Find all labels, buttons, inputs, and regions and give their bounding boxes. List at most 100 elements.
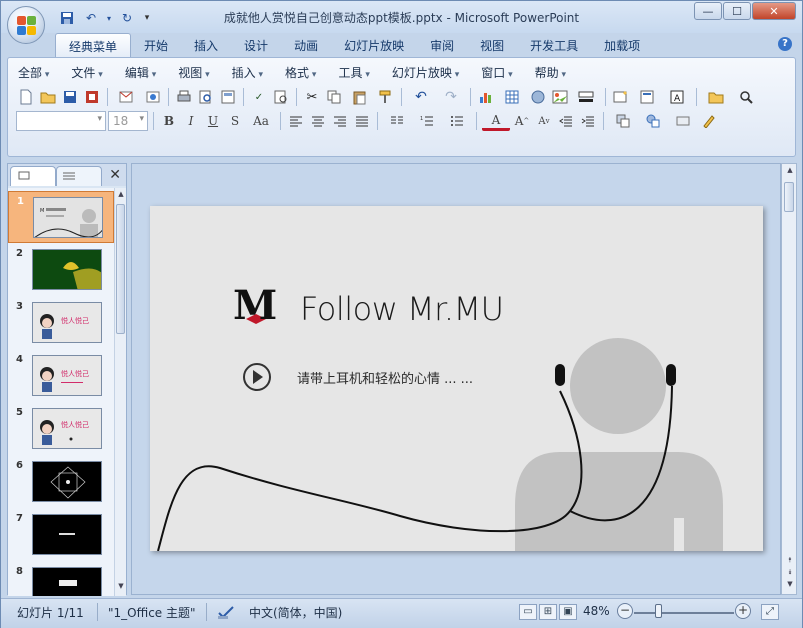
zoom-slider-handle[interactable] — [655, 604, 662, 618]
justify-icon[interactable] — [352, 111, 372, 131]
save-icon[interactable] — [60, 87, 80, 107]
scroll-up-icon[interactable]: ▲ — [785, 166, 795, 178]
cut-icon[interactable]: ✂ — [302, 87, 322, 107]
menu-help[interactable]: 帮助 — [535, 64, 566, 82]
close-panel-icon[interactable]: ✕ — [109, 167, 121, 183]
slide-thumbnail-5[interactable]: 5 悦人悦己 — [8, 403, 114, 455]
scroll-down-icon[interactable]: ▼ — [116, 582, 126, 594]
slide-sorter-view-icon[interactable]: ⊞ — [539, 604, 557, 620]
tab-developer[interactable]: 开发工具 — [517, 33, 591, 57]
slide-thumbnail-6[interactable]: 6 — [8, 456, 114, 508]
grow-font-icon[interactable]: A ^ — [512, 111, 532, 131]
decrease-indent-icon[interactable] — [556, 111, 576, 131]
slide-thumbnail-4[interactable]: 4 悦人悦己 — [8, 350, 114, 402]
tab-review[interactable]: 审阅 — [417, 33, 467, 57]
office-button[interactable] — [7, 6, 45, 44]
close-button[interactable]: ✕ — [752, 2, 796, 20]
bullets-icon[interactable] — [443, 111, 471, 131]
zoom-level[interactable]: 48% — [583, 604, 610, 618]
align-right-icon[interactable] — [330, 111, 350, 131]
scroll-thumb[interactable] — [116, 204, 125, 334]
menu-tools[interactable]: 工具 — [338, 64, 369, 82]
research-icon[interactable] — [271, 87, 291, 107]
spelling-icon[interactable]: ✓ — [249, 87, 269, 107]
tab-slideshow[interactable]: 幻灯片放映 — [331, 33, 417, 57]
quick-styles-icon[interactable] — [669, 111, 697, 131]
publish-icon[interactable] — [143, 87, 163, 107]
menu-file[interactable]: 文件 — [71, 64, 102, 82]
increase-indent-icon[interactable] — [578, 111, 598, 131]
menu-window[interactable]: 窗口 — [481, 64, 512, 82]
format-painter-icon[interactable] — [376, 87, 396, 107]
bold-icon[interactable]: B — [159, 111, 179, 131]
undo-icon[interactable]: ↶ — [407, 87, 435, 107]
tab-design[interactable]: 设计 — [231, 33, 281, 57]
open-folder-icon[interactable] — [38, 87, 58, 107]
tab-view[interactable]: 视图 — [467, 33, 517, 57]
change-case-icon[interactable]: Aa — [247, 111, 275, 131]
previous-slide-icon[interactable]: ⯭ — [785, 556, 795, 568]
picture-icon[interactable] — [550, 87, 570, 107]
chart-icon[interactable] — [476, 87, 496, 107]
folder-icon[interactable] — [702, 87, 730, 107]
redo-icon[interactable]: ↷ — [437, 87, 465, 107]
numbering-icon[interactable]: 1 — [413, 111, 441, 131]
tab-outline[interactable] — [56, 166, 102, 186]
font-name-dropdown[interactable] — [16, 111, 106, 131]
slideshow-view-icon[interactable]: ▣ — [559, 604, 577, 620]
font-size-dropdown[interactable]: 18 — [108, 111, 148, 131]
email-icon[interactable] — [113, 87, 141, 107]
textbox-icon[interactable]: A — [663, 87, 691, 107]
zoom-in-icon[interactable]: + — [735, 603, 751, 619]
redo-icon[interactable]: ↻ — [117, 9, 137, 27]
editor-scrollbar[interactable]: ▲ ⯭ ⯯ ▼ — [781, 163, 797, 595]
slide-layout-icon[interactable] — [633, 87, 661, 107]
shrink-font-icon[interactable]: Av — [534, 111, 554, 131]
print-icon[interactable] — [174, 87, 194, 107]
italic-icon[interactable]: I — [181, 111, 201, 131]
current-slide[interactable]: M Follow Mr.MU 请带上耳机和轻松的心情 ... ... — [150, 206, 763, 551]
align-left-icon[interactable] — [286, 111, 306, 131]
zoom-out-icon[interactable]: − — [617, 603, 633, 619]
save-icon[interactable] — [57, 9, 77, 27]
menu-edit[interactable]: 编辑 — [125, 64, 156, 82]
minimize-button[interactable]: — — [694, 2, 722, 20]
paste-icon[interactable] — [346, 87, 374, 107]
undo-icon[interactable]: ↶ — [81, 9, 101, 27]
slide-thumbnail-3[interactable]: 3 悦人悦己 — [8, 297, 114, 349]
slide-thumbnail-7[interactable]: 7 — [8, 509, 114, 561]
theme-name[interactable]: "1_Office 主题" — [108, 604, 196, 621]
underline-icon[interactable]: U — [203, 111, 223, 131]
find-icon[interactable] — [732, 87, 760, 107]
copy-icon[interactable] — [324, 87, 344, 107]
undo-dropdown-icon[interactable]: ▾ — [105, 9, 113, 27]
arrange-icon[interactable] — [609, 111, 637, 131]
menu-slideshow[interactable]: 幻灯片放映 — [392, 64, 459, 82]
language-indicator[interactable]: 中文(简体，中国) — [249, 604, 342, 621]
tab-home[interactable]: 开始 — [131, 33, 181, 57]
slide-thumbnail-1[interactable]: 1 M — [8, 191, 114, 243]
tab-slides[interactable] — [10, 166, 56, 186]
help-icon[interactable]: ? — [778, 37, 792, 51]
clipart-icon[interactable] — [528, 87, 548, 107]
font-color-icon[interactable]: A — [482, 111, 510, 131]
slide-thumbnail-2[interactable]: 2 — [8, 244, 114, 296]
permission-icon[interactable] — [82, 87, 102, 107]
tab-addins[interactable]: 加载项 — [591, 33, 653, 57]
align-center-icon[interactable] — [308, 111, 328, 131]
thumbnails-scrollbar[interactable]: ▲ ▼ — [114, 188, 126, 596]
next-slide-icon[interactable]: ⯯ — [785, 568, 795, 580]
fit-to-window-icon[interactable]: ⤢ — [761, 604, 779, 620]
spellcheck-icon[interactable] — [217, 604, 235, 623]
zoom-slider[interactable] — [634, 612, 734, 614]
scroll-up-icon[interactable]: ▲ — [116, 190, 126, 202]
shape-effects-icon[interactable] — [699, 111, 719, 131]
tab-insert[interactable]: 插入 — [181, 33, 231, 57]
print-preview-icon[interactable] — [196, 87, 216, 107]
scroll-thumb[interactable] — [784, 182, 794, 212]
normal-view-icon[interactable]: ▭ — [519, 604, 537, 620]
menu-view[interactable]: 视图 — [178, 64, 209, 82]
layout-icon[interactable] — [218, 87, 238, 107]
new-document-icon[interactable] — [16, 87, 36, 107]
new-slide-icon[interactable] — [611, 87, 631, 107]
